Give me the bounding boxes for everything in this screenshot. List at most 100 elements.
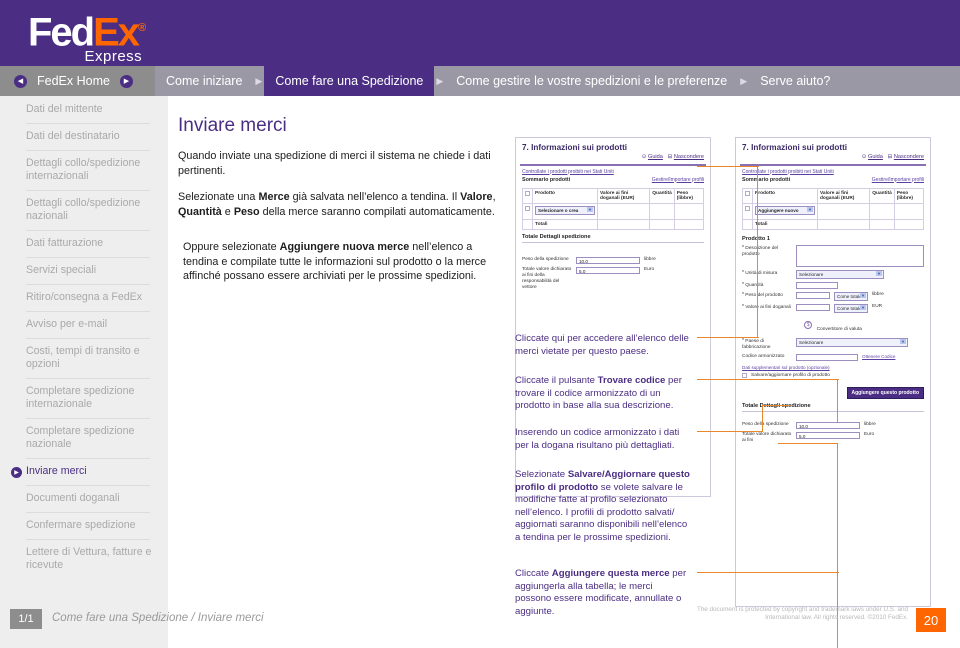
shot-right-product-title: Prodotto 1: [742, 235, 770, 242]
select-all-cell: [742, 187, 753, 204]
shot-right-valore-row: * Valore ai fini doganali Come totale EU…: [742, 303, 924, 313]
shot-right-paese-select[interactable]: Selezionare: [796, 337, 908, 347]
col-prodotto: Prodotto: [532, 187, 598, 204]
shot-right-products-table: Prodotto Valore ai fini doganali (EUR) Q…: [742, 187, 925, 230]
shot-right-valore-select[interactable]: Come totale: [834, 303, 868, 313]
shot-right-link-controllate[interactable]: Controllate i prodotti proibiti nei Stat…: [742, 169, 924, 175]
shot-right-peso-select[interactable]: Come totale: [834, 291, 868, 301]
sidebar-item-dati-destinatario[interactable]: Dati del destinatario: [0, 123, 168, 150]
callout-salvare-profilo: Selezionate Salvare/Aggiornare questo pr…: [515, 469, 691, 545]
logo-fed-text: Fed: [28, 10, 95, 55]
row-peso-cell: [673, 202, 705, 220]
shot-right-convertitore-label[interactable]: Convertitore di valuta: [817, 327, 862, 332]
sidebar-label-13: Confermare spedizione: [26, 519, 136, 531]
shot-right-descrizione-textarea[interactable]: [796, 244, 924, 267]
chevron-right-icon: ▶: [11, 467, 22, 478]
shot-left-title: 7. Informazioni sui prodotti: [522, 143, 628, 152]
nav-item-come-iniziare[interactable]: Come iniziare: [155, 66, 253, 96]
col-valore: Valore ai fini doganali (EUR): [816, 187, 871, 204]
shot-left-valore-unit: Euro: [644, 266, 655, 272]
sidebar-item-dati-fatturazione[interactable]: Dati fatturazione: [0, 230, 168, 257]
shot-right-link-gestire[interactable]: Gestire/Importare profili: [872, 177, 924, 183]
table-header-row: Prodotto Valore ai fini doganali (EUR) Q…: [522, 187, 705, 204]
sidebar-item-dettagli-nazionali[interactable]: Dettagli collo/spedizione nazionali: [0, 190, 168, 230]
nav-separator-icon: ▶: [436, 75, 444, 86]
shot-left-sommario-row: Sommario prodotti Gestire/Importare prof…: [522, 177, 704, 185]
product-select[interactable]: Aggiungere nuovo: [755, 205, 815, 215]
sidebar-item-costi-tempi[interactable]: Costi, tempi di transito e opzioni: [0, 338, 168, 378]
sidebar-item-servizi-speciali[interactable]: Servizi speciali: [0, 257, 168, 284]
sidebar-item-dettagli-internazionali[interactable]: Dettagli collo/spedizione internazionali: [0, 150, 168, 190]
shot-right-quantita-input[interactable]: [796, 281, 838, 289]
shot-right-unita-select[interactable]: Selezionare: [796, 269, 884, 279]
nav-label-1: Come fare una Spedizione: [275, 74, 424, 88]
shot-left-link-gestire[interactable]: Gestire/Importare profili: [652, 177, 704, 183]
shot-left-link-controllate[interactable]: Controllate i prodotti proibiti nei Stat…: [522, 169, 704, 175]
sidebar-item-completare-internazionale[interactable]: Completare spedizione internazionale: [0, 378, 168, 418]
sidebar-item-documenti-doganali[interactable]: Documenti doganali: [0, 485, 168, 512]
sidebar-label-6: Ritiro/consegna a FedEx: [26, 291, 143, 303]
nav-separator-icon: ▶: [255, 75, 263, 86]
shot-left-valore-label: Totale valore dichiarato ai fini della r…: [522, 266, 572, 290]
sidebar-item-lettere-vettura[interactable]: Lettere di Vettura, fatture e ricevute: [0, 539, 168, 579]
sidebar-item-ritiro-consegna[interactable]: Ritiro/consegna a FedEx: [0, 284, 168, 311]
shot-right-peso-unit: libbre: [872, 291, 884, 297]
sidebar-label-0: Dati del mittente: [26, 103, 103, 115]
product-select[interactable]: Selezionare o crea: [535, 205, 595, 215]
row-valore-cell: [816, 202, 871, 220]
checkbox-icon[interactable]: [525, 190, 530, 196]
checkbox-icon[interactable]: [745, 190, 750, 196]
checkbox-icon[interactable]: [525, 205, 530, 211]
sidebar-label-14: Lettere di Vettura, fatture e ricevute: [26, 546, 152, 571]
callout-0-text: Cliccate qui per accedere all’elenco del…: [515, 333, 689, 357]
shot-left-valore-row: Totale valore dichiarato ai fini della r…: [522, 266, 704, 291]
nav-label-0: Come iniziare: [166, 74, 243, 88]
table-header-row: Prodotto Valore ai fini doganali (EUR) Q…: [742, 187, 925, 204]
shot-right-tot-valore-input[interactable]: 5.0: [796, 431, 860, 439]
shot-left-hr: [522, 241, 704, 243]
row-product-select-cell: Aggiungere nuovo: [752, 202, 818, 220]
shot-right-peso-label: * Peso del prodotto: [742, 292, 792, 299]
checkbox-icon[interactable]: [745, 205, 750, 211]
shot-right-peso-input[interactable]: [796, 291, 830, 299]
shot-right-tot-peso-input[interactable]: 10.0: [796, 421, 860, 429]
nav-item-fedex-home[interactable]: ◀ FedEx Home ▶: [0, 66, 155, 96]
sidebar-item-completare-nazionale[interactable]: Completare spedizione nazionale: [0, 418, 168, 458]
sidebar-label-5: Servizi speciali: [26, 264, 97, 276]
nav-item-come-fare-una-spedizione[interactable]: Come fare una Spedizione: [264, 66, 435, 96]
row-quantita-cell: [869, 202, 895, 220]
unita-text: Unità di misura: [745, 270, 778, 276]
page-number-badge: 20: [916, 608, 946, 632]
sidebar-item-avviso-email[interactable]: Avviso per e-mail: [0, 311, 168, 338]
shot-left-link-nascondere[interactable]: Nascondere: [674, 154, 704, 160]
nav-item-come-gestire[interactable]: Come gestire le vostre spedizioni e le p…: [445, 66, 738, 96]
shot-left-peso-input[interactable]: 10.0: [576, 256, 640, 264]
checkbox-icon[interactable]: [742, 372, 747, 378]
sidebar-label-2: Dettagli collo/spedizione internazionali: [26, 157, 141, 182]
row-product-select-cell: Selezionare o crea: [532, 202, 598, 220]
chevron-left-icon: ◀: [14, 74, 27, 88]
sidebar-item-confermare-spedizione[interactable]: Confermare spedizione: [0, 512, 168, 539]
shot-right-ottenere-codice-button[interactable]: Ottenere Codice: [862, 354, 895, 359]
shot-right-aggiungere-prodotto-button[interactable]: Aggiungere questo prodotto: [846, 386, 924, 399]
shot-right-dati-supplementari-link[interactable]: Dati supplementari sul prodotto (opziona…: [742, 365, 924, 370]
sidebar-label-1: Dati del destinatario: [26, 130, 120, 142]
sidebar-item-dati-mittente[interactable]: Dati del mittente: [0, 96, 168, 123]
shot-right-tot-valore-row: Totale valore dichiarato ai fini 5.0 Eur…: [742, 431, 924, 444]
table-row: Aggiungere nuovo: [742, 202, 925, 220]
connector-line: [697, 379, 839, 381]
sidebar-item-inviare-merci[interactable]: ▶ Inviare merci: [0, 458, 168, 485]
shot-left-totals-title: Totale Dettagli spedizione: [522, 233, 591, 240]
shot-left-link-guida[interactable]: Guida: [648, 154, 663, 160]
shot-right-codice-input[interactable]: [796, 353, 858, 361]
shot-right-link-guida[interactable]: Guida: [868, 154, 883, 160]
nav-item-serve-aiuto[interactable]: Serve aiuto?: [749, 66, 841, 96]
totals-quantita-cell: [869, 218, 895, 230]
sidebar-label-3: Dettagli collo/spedizione nazionali: [26, 197, 141, 222]
shot-right-valore-input[interactable]: [796, 303, 830, 311]
callout-2-text: Inserendo un codice armonizzato i dati p…: [515, 427, 680, 451]
shot-left-valore-input[interactable]: 5.0: [576, 266, 640, 274]
shot-left-header-links: ⊙ Guida ⊟ Nascondere: [522, 154, 704, 160]
totals-blank-cell: [522, 218, 533, 230]
shot-right-link-nascondere[interactable]: Nascondere: [894, 154, 924, 160]
